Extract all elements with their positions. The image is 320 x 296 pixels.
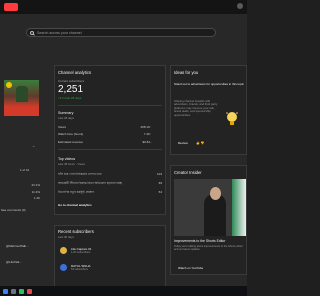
top-videos-period: Last 48 hours · Views bbox=[58, 162, 85, 166]
go-to-analytics-button[interactable]: Go to channel analytics bbox=[58, 203, 92, 207]
feedback-icons[interactable]: 👍 👎 bbox=[196, 141, 204, 145]
search-bar[interactable] bbox=[26, 28, 216, 37]
top-video-row[interactable]: আওয়ামী লীগের বিরুদ্ধে মিথ্যা অভিযোগ ছড়… bbox=[58, 181, 162, 187]
avatar[interactable] bbox=[60, 264, 67, 271]
subscriber-count: 2,251 bbox=[58, 84, 84, 95]
left-stat-row: 23.1% bbox=[31, 183, 40, 187]
taskbar-app-icon[interactable] bbox=[11, 288, 16, 294]
top-video-row[interactable]: বিএনপির নতুন কর্মসূচি ঘোষণা 54 bbox=[58, 190, 162, 196]
presenter-body bbox=[204, 194, 226, 236]
divider bbox=[58, 149, 162, 150]
search-input[interactable] bbox=[37, 30, 207, 35]
creator-insider-title: Creator Insider bbox=[174, 170, 202, 175]
taskbar-app-icon[interactable] bbox=[27, 288, 32, 294]
thumbnail-banner bbox=[4, 106, 39, 116]
subscriber-count-label: 54 subscribers bbox=[71, 268, 88, 271]
top-video-row[interactable]: ফাঁস হয়ে গেল নির্বাচনের গোপন তথ্য 103 bbox=[58, 172, 162, 178]
current-subscribers-label: Current subscribers bbox=[58, 79, 85, 83]
lightbulb-icon bbox=[226, 112, 238, 125]
metric-row-views: Views 258.1K bbox=[58, 125, 150, 129]
insider-video-description: Today we're talking about improvements t… bbox=[174, 245, 243, 252]
commenter-name[interactable]: @LifeTalk... bbox=[6, 260, 22, 264]
metric-row-revenue: Estimated revenue $0.84 bbox=[58, 140, 150, 144]
avatar[interactable] bbox=[60, 247, 67, 254]
studio-logo[interactable] bbox=[4, 3, 18, 11]
insider-video-title[interactable]: Improvements to the Shorts Editor bbox=[174, 239, 225, 243]
watch-on-youtube-button[interactable]: Watch on YouTube bbox=[178, 266, 203, 270]
recent-subscribers-title: Recent subscribers bbox=[58, 229, 94, 234]
idea-body: Sharing channel insights with advertiser… bbox=[174, 99, 218, 117]
idea-headline: Stand out to advertisers for opportuniti… bbox=[174, 82, 244, 86]
trend-up-icon: ↑ bbox=[150, 132, 152, 136]
left-stat-row: 11.3% bbox=[31, 190, 40, 194]
review-button[interactable]: Review bbox=[178, 141, 188, 145]
flag-graphic bbox=[232, 179, 246, 236]
channel-logo bbox=[6, 82, 12, 88]
subscriber-count-label: 1.2K subscribers bbox=[71, 251, 91, 254]
trend-up-icon: ↑ bbox=[150, 125, 152, 129]
metric-row-watch-time: Watch time (hours) 7.4K bbox=[58, 132, 150, 136]
analytics-title: Channel analytics bbox=[58, 70, 92, 75]
see-comments-link[interactable]: See comments (0) bbox=[1, 208, 26, 212]
commenter-name[interactable]: @MahmudTalk... bbox=[6, 244, 29, 248]
account-avatar[interactable] bbox=[237, 3, 243, 9]
trend-neutral-icon: – bbox=[150, 140, 152, 144]
left-stat-row: 1.4K bbox=[33, 196, 40, 200]
recent-subscribers-period: Last 90 days bbox=[58, 235, 74, 239]
latest-video-thumbnail[interactable] bbox=[4, 80, 39, 116]
presenter-head bbox=[210, 187, 221, 200]
divider bbox=[58, 105, 162, 106]
left-stat-row: 1 of 10 bbox=[20, 168, 30, 172]
summary-period: Last 28 days bbox=[58, 116, 74, 120]
summary-title: Summary bbox=[58, 111, 74, 115]
os-taskbar bbox=[0, 286, 247, 296]
search-icon bbox=[30, 30, 34, 35]
start-icon[interactable] bbox=[3, 288, 8, 294]
subscriber-delta: +5 in last 28 days bbox=[58, 96, 82, 100]
insider-video-thumbnail[interactable] bbox=[174, 179, 246, 236]
ideas-title: Ideas for you bbox=[174, 70, 199, 75]
top-bar bbox=[0, 0, 247, 14]
chevron-down-icon[interactable]: ⌄ bbox=[32, 143, 35, 148]
taskbar-app-icon[interactable] bbox=[19, 288, 24, 294]
top-videos-title: Top videos bbox=[58, 157, 76, 161]
thumbnail-person bbox=[16, 86, 28, 102]
